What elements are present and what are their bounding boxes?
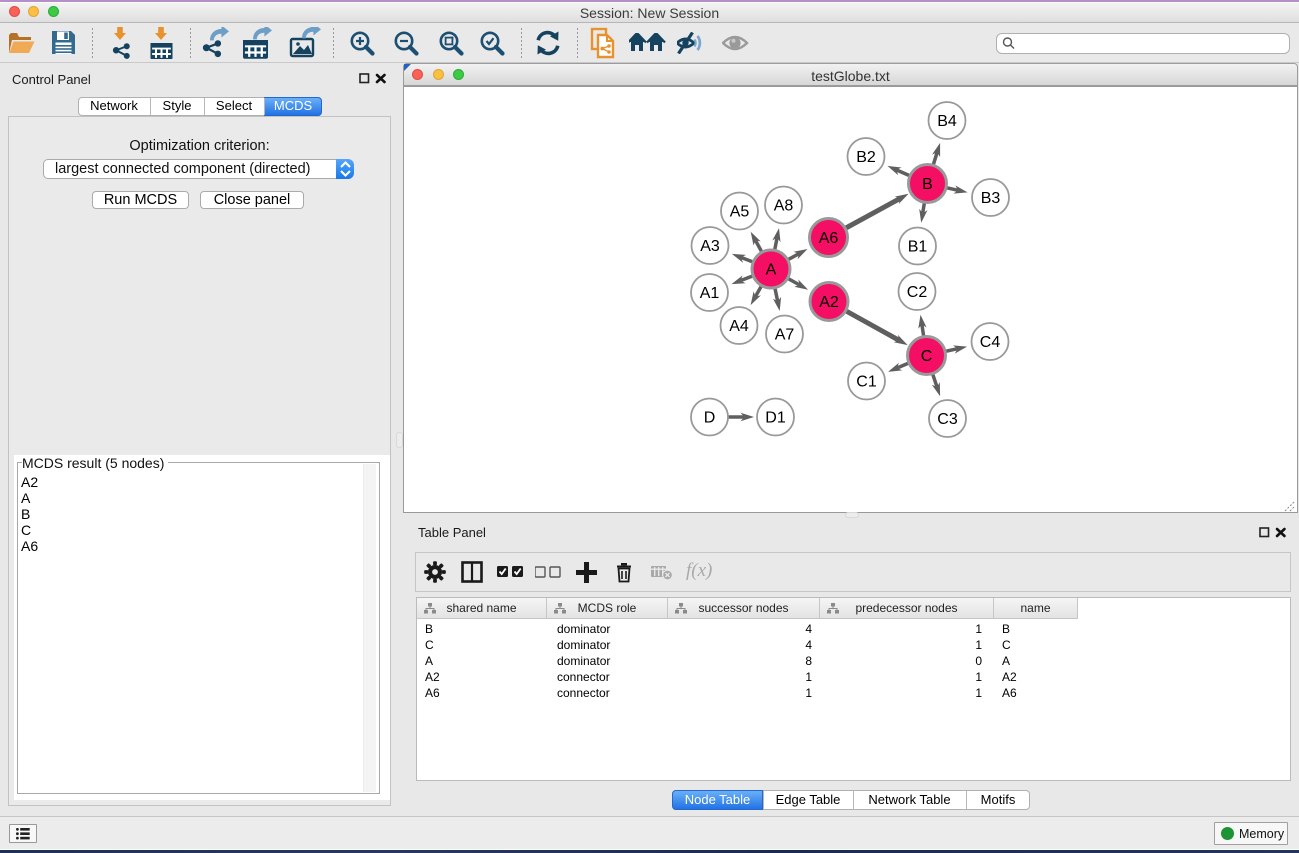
svg-text:A5: A5 xyxy=(730,204,750,221)
svg-text:A: A xyxy=(766,262,777,279)
svg-text:B2: B2 xyxy=(856,149,876,166)
svg-text:C4: C4 xyxy=(980,334,1001,351)
svg-text:A6: A6 xyxy=(819,230,839,247)
svg-text:A4: A4 xyxy=(729,318,749,335)
svg-text:A1: A1 xyxy=(700,285,720,302)
svg-text:C: C xyxy=(921,348,933,365)
svg-text:A2: A2 xyxy=(819,294,839,311)
svg-text:A3: A3 xyxy=(700,238,720,255)
svg-text:B1: B1 xyxy=(908,239,928,256)
svg-text:A8: A8 xyxy=(774,198,794,215)
svg-text:C2: C2 xyxy=(907,284,928,301)
svg-text:D: D xyxy=(704,410,716,427)
svg-text:C3: C3 xyxy=(937,411,958,428)
svg-text:A7: A7 xyxy=(775,327,795,344)
svg-text:C1: C1 xyxy=(856,374,877,391)
svg-text:B3: B3 xyxy=(981,190,1001,207)
svg-text:D1: D1 xyxy=(765,410,786,427)
svg-text:B4: B4 xyxy=(937,113,957,130)
svg-text:B: B xyxy=(922,176,933,193)
